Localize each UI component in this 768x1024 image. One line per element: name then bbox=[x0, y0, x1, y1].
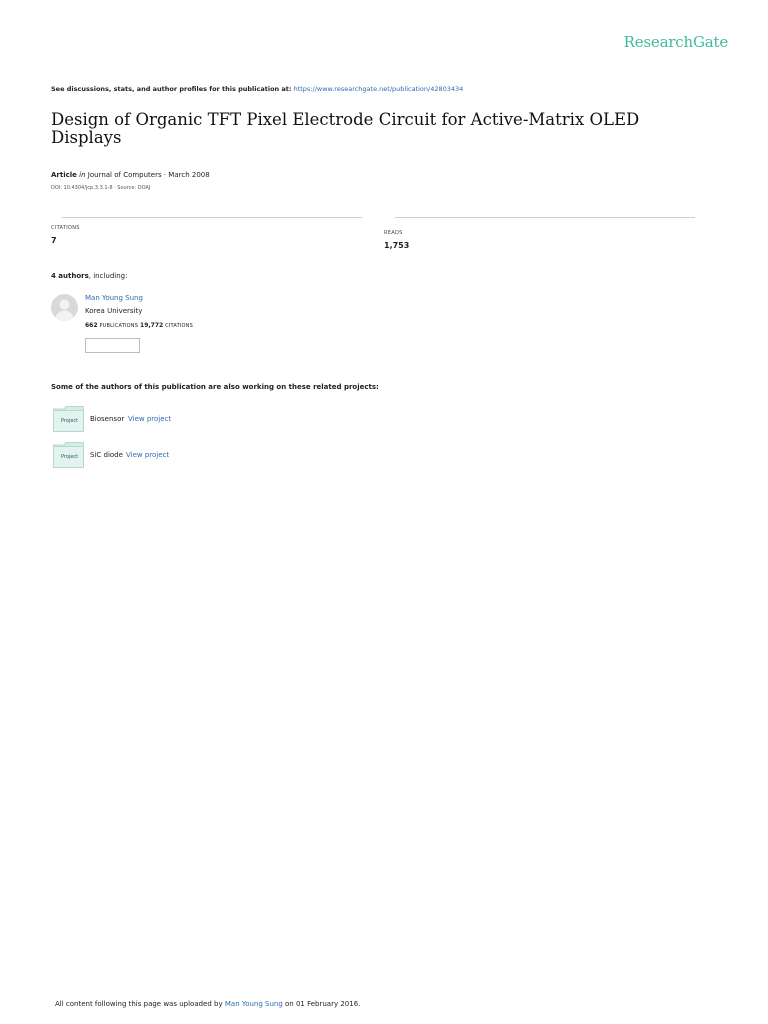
author-stats: 662 PUBLICATIONS 19,772 CITATIONS bbox=[85, 322, 193, 329]
journal-date: Journal of Computers · March 2008 bbox=[87, 171, 210, 179]
authors-suffix: , including: bbox=[88, 272, 128, 280]
article-meta: Article in Journal of Computers · March … bbox=[51, 171, 210, 179]
authors-count: 4 authors bbox=[51, 272, 89, 280]
reads-count: 1,753 bbox=[384, 241, 410, 250]
view-project-link[interactable]: View project bbox=[128, 415, 171, 423]
author-citations-label: CITATIONS bbox=[165, 323, 193, 329]
discussion-line: See discussions, stats, and author profi… bbox=[51, 85, 463, 93]
researchgate-logo[interactable]: ResearchGate bbox=[624, 33, 729, 51]
publication-url-link[interactable]: https://www.researchgate.net/publication… bbox=[294, 85, 464, 93]
project-name: Biosensor bbox=[90, 415, 125, 423]
uploader-link[interactable]: Man Young Sung bbox=[225, 1000, 283, 1008]
divider-left bbox=[62, 217, 362, 218]
author-institution: Korea University bbox=[85, 307, 143, 315]
view-project-link[interactable]: View project bbox=[126, 451, 169, 459]
citations-label: CITATIONS bbox=[51, 225, 80, 231]
avatar[interactable] bbox=[51, 294, 78, 321]
authors-heading: 4 authors, including: bbox=[51, 272, 127, 280]
doi-source: DOI: 10.4304/jcp.3.3.1-8 · Source: DOAJ bbox=[51, 185, 151, 191]
footer-suffix: on 01 February 2016. bbox=[285, 1000, 361, 1008]
user-silhouette-icon bbox=[54, 299, 75, 321]
footer-prefix: All content following this page was uplo… bbox=[55, 1000, 223, 1008]
author-name-link[interactable]: Man Young Sung bbox=[85, 294, 143, 302]
author-publications-count: 662 bbox=[85, 322, 98, 329]
project-icon-label: Project bbox=[61, 454, 79, 460]
divider-right bbox=[395, 217, 695, 218]
page-title: Design of Organic TFT Pixel Electrode Ci… bbox=[51, 110, 640, 147]
in-word: in bbox=[79, 171, 86, 179]
author-publications-label: PUBLICATIONS bbox=[99, 323, 139, 329]
project-item[interactable]: Project bbox=[53, 406, 84, 436]
discussion-text: See discussions, stats, and author profi… bbox=[51, 85, 292, 93]
project-item[interactable]: Project bbox=[53, 442, 84, 472]
upload-footer: All content following this page was uplo… bbox=[55, 1000, 360, 1008]
project-icon-label: Project bbox=[61, 418, 79, 424]
author-citations-count: 19,772 bbox=[140, 322, 164, 329]
related-projects-heading: Some of the authors of this publication … bbox=[51, 383, 379, 391]
see-profile-button[interactable] bbox=[85, 338, 140, 353]
article-type: Article bbox=[51, 171, 77, 179]
citations-count: 7 bbox=[51, 236, 57, 245]
project-name: SiC diode bbox=[90, 451, 123, 459]
reads-label: READS bbox=[384, 230, 403, 236]
